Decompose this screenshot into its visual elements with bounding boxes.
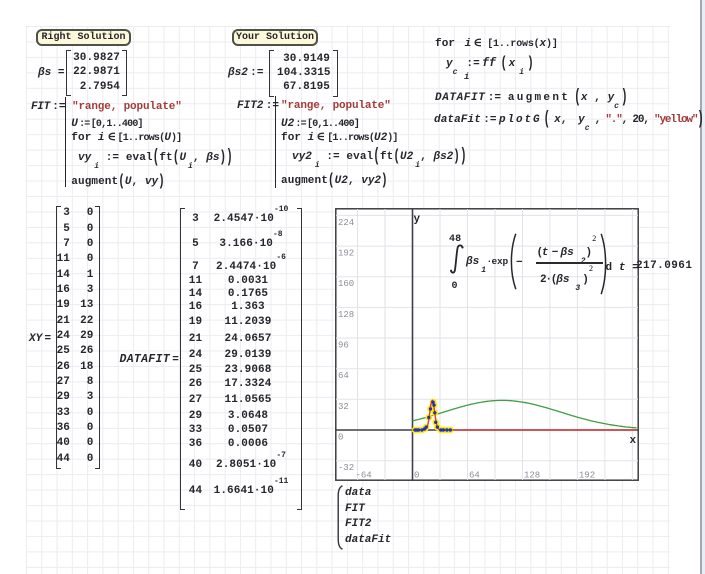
svg-text:-64: -64 <box>355 471 371 481</box>
svg-text:160: 160 <box>338 279 354 289</box>
svg-text:224: 224 <box>338 218 354 228</box>
svg-text:192: 192 <box>578 471 594 481</box>
svg-text:64: 64 <box>338 371 349 381</box>
svg-text:32: 32 <box>338 402 349 412</box>
svg-text:0: 0 <box>414 471 419 481</box>
svg-text:0: 0 <box>338 433 343 443</box>
svg-text:x: x <box>629 435 636 447</box>
svg-text:64: 64 <box>469 471 480 481</box>
svg-text:-32: -32 <box>338 463 354 473</box>
svg-text:y: y <box>413 214 420 226</box>
svg-text:192: 192 <box>338 249 354 259</box>
svg-text:128: 128 <box>524 471 540 481</box>
svg-text:96: 96 <box>338 341 349 351</box>
svg-text:128: 128 <box>338 310 354 320</box>
